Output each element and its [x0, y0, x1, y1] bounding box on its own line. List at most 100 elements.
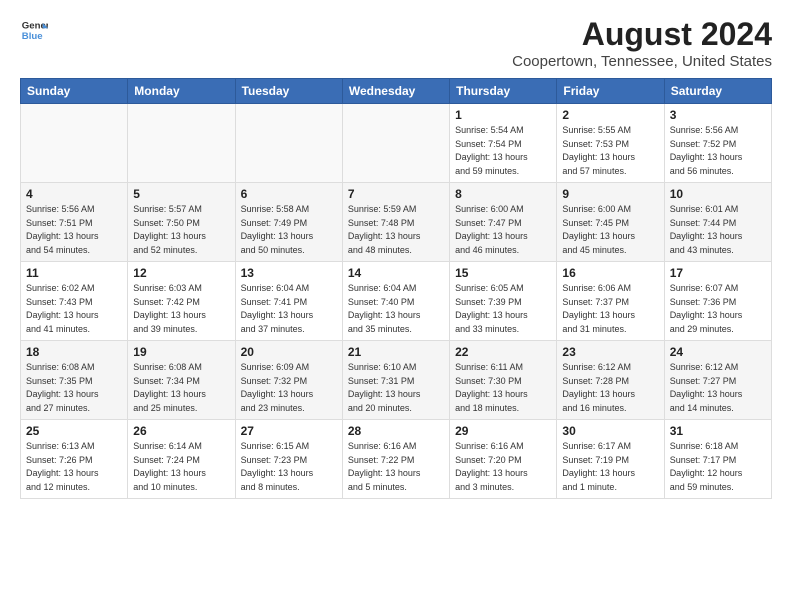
- day-info: Sunrise: 6:04 AM Sunset: 7:41 PM Dayligh…: [241, 282, 337, 336]
- day-number: 22: [455, 345, 551, 359]
- calendar-cell: 20Sunrise: 6:09 AM Sunset: 7:32 PM Dayli…: [235, 341, 342, 420]
- calendar-cell: 10 Sunrise: 6:01 AM Sunset: 7:44 PM Dayli…: [664, 183, 771, 262]
- day-number: 29: [455, 424, 551, 438]
- day-number: 14: [348, 266, 444, 280]
- weekday-header: Monday: [128, 79, 235, 104]
- day-number: 21: [348, 345, 444, 359]
- day-info: Sunrise: 6:05 AM Sunset: 7:39 PM Dayligh…: [455, 282, 551, 336]
- day-number: 30: [562, 424, 658, 438]
- calendar-cell: 28 Sunrise: 6:16 AM Sunset: 7:22 PM Dayli…: [342, 420, 449, 499]
- day-number: 20: [241, 345, 337, 359]
- weekday-header: Saturday: [664, 79, 771, 104]
- calendar-cell: 15 Sunrise: 6:05 AM Sunset: 7:39 PM Dayli…: [450, 262, 557, 341]
- calendar-cell: 11 Sunrise: 6:02 AM Sunset: 7:43 PM Dayli…: [21, 262, 128, 341]
- calendar-cell: 9 Sunrise: 6:00 AM Sunset: 7:45 PM Daylig…: [557, 183, 664, 262]
- calendar-cell: 12 Sunrise: 6:03 AM Sunset: 7:42 PM Dayli…: [128, 262, 235, 341]
- calendar-header-row: SundayMondayTuesdayWednesdayThursdayFrid…: [21, 79, 772, 104]
- calendar-cell: 19 Sunrise: 6:08 AM Sunset: 7:34 PM Dayli…: [128, 341, 235, 420]
- weekday-header: Thursday: [450, 79, 557, 104]
- day-number: 3: [670, 108, 766, 122]
- day-number: 16: [562, 266, 658, 280]
- day-number: 10: [670, 187, 766, 201]
- day-number: 17: [670, 266, 766, 280]
- day-number: 8: [455, 187, 551, 201]
- calendar-cell: 24 Sunrise: 6:12 AM Sunset: 7:27 PM Dayli…: [664, 341, 771, 420]
- calendar-cell: 1 Sunrise: 5:54 AM Sunset: 7:54 PM Daylig…: [450, 104, 557, 183]
- day-number: 15: [455, 266, 551, 280]
- calendar-cell: 30Sunrise: 6:17 AM Sunset: 7:19 PM Dayli…: [557, 420, 664, 499]
- day-info: Sunrise: 6:11 AM Sunset: 7:30 PM Dayligh…: [455, 361, 551, 415]
- day-number: 7: [348, 187, 444, 201]
- calendar-week-row: 18 Sunrise: 6:08 AM Sunset: 7:35 PM Dayli…: [21, 341, 772, 420]
- day-info: Sunrise: 6:18 AM Sunset: 7:17 PM Dayligh…: [670, 440, 766, 494]
- calendar-cell: 14 Sunrise: 6:04 AM Sunset: 7:40 PM Dayli…: [342, 262, 449, 341]
- day-number: 9: [562, 187, 658, 201]
- calendar-cell: 18 Sunrise: 6:08 AM Sunset: 7:35 PM Dayli…: [21, 341, 128, 420]
- day-info: Sunrise: 6:13 AM Sunset: 7:26 PM Dayligh…: [26, 440, 122, 494]
- day-info: Sunrise: 6:02 AM Sunset: 7:43 PM Dayligh…: [26, 282, 122, 336]
- day-info: Sunrise: 5:54 AM Sunset: 7:54 PM Dayligh…: [455, 124, 551, 178]
- day-number: 28: [348, 424, 444, 438]
- calendar-week-row: 4Sunrise: 5:56 AM Sunset: 7:51 PM Daylig…: [21, 183, 772, 262]
- day-info: Sunrise: 6:12 AM Sunset: 7:27 PM Dayligh…: [670, 361, 766, 415]
- day-info: Sunrise: 6:12 AM Sunset: 7:28 PM Dayligh…: [562, 361, 658, 415]
- day-info: Sunrise: 5:58 AM Sunset: 7:49 PM Dayligh…: [241, 203, 337, 257]
- day-number: 6: [241, 187, 337, 201]
- day-info: Sunrise: 5:59 AM Sunset: 7:48 PM Dayligh…: [348, 203, 444, 257]
- day-number: 23: [562, 345, 658, 359]
- weekday-header: Wednesday: [342, 79, 449, 104]
- calendar-cell: [235, 104, 342, 183]
- calendar-cell: 13 Sunrise: 6:04 AM Sunset: 7:41 PM Dayli…: [235, 262, 342, 341]
- weekday-header: Tuesday: [235, 79, 342, 104]
- calendar-cell: 5 Sunrise: 5:57 AM Sunset: 7:50 PM Daylig…: [128, 183, 235, 262]
- day-info: Sunrise: 5:55 AM Sunset: 7:53 PM Dayligh…: [562, 124, 658, 178]
- calendar-cell: 8 Sunrise: 6:00 AM Sunset: 7:47 PM Daylig…: [450, 183, 557, 262]
- day-number: 5: [133, 187, 229, 201]
- day-info: Sunrise: 5:56 AM Sunset: 7:52 PM Dayligh…: [670, 124, 766, 178]
- day-number: 24: [670, 345, 766, 359]
- day-info: Sunrise: 6:04 AM Sunset: 7:40 PM Dayligh…: [348, 282, 444, 336]
- calendar-cell: 17 Sunrise: 6:07 AM Sunset: 7:36 PM Dayli…: [664, 262, 771, 341]
- day-info: Sunrise: 5:56 AM Sunset: 7:51 PM Dayligh…: [26, 203, 122, 257]
- day-info: Sunrise: 6:00 AM Sunset: 7:45 PM Dayligh…: [562, 203, 658, 257]
- day-number: 26: [133, 424, 229, 438]
- day-info: Sunrise: 6:03 AM Sunset: 7:42 PM Dayligh…: [133, 282, 229, 336]
- logo: General Blue: [20, 16, 48, 44]
- calendar-cell: 31Sunrise: 6:18 AM Sunset: 7:17 PM Dayli…: [664, 420, 771, 499]
- calendar-cell: [21, 104, 128, 183]
- day-info: Sunrise: 6:06 AM Sunset: 7:37 PM Dayligh…: [562, 282, 658, 336]
- calendar-cell: 7 Sunrise: 5:59 AM Sunset: 7:48 PM Daylig…: [342, 183, 449, 262]
- calendar-cell: 3 Sunrise: 5:56 AM Sunset: 7:52 PM Daylig…: [664, 104, 771, 183]
- day-info: Sunrise: 6:08 AM Sunset: 7:34 PM Dayligh…: [133, 361, 229, 415]
- page-header: General Blue August 2024 Coopertown, Ten…: [20, 16, 772, 70]
- day-info: Sunrise: 5:57 AM Sunset: 7:50 PM Dayligh…: [133, 203, 229, 257]
- calendar-cell: 22 Sunrise: 6:11 AM Sunset: 7:30 PM Dayli…: [450, 341, 557, 420]
- page-title: August 2024: [512, 16, 772, 53]
- day-number: 11: [26, 266, 122, 280]
- logo-icon: General Blue: [20, 16, 48, 44]
- day-number: 13: [241, 266, 337, 280]
- day-info: Sunrise: 6:10 AM Sunset: 7:31 PM Dayligh…: [348, 361, 444, 415]
- day-info: Sunrise: 6:07 AM Sunset: 7:36 PM Dayligh…: [670, 282, 766, 336]
- calendar-cell: [128, 104, 235, 183]
- day-number: 18: [26, 345, 122, 359]
- day-info: Sunrise: 6:08 AM Sunset: 7:35 PM Dayligh…: [26, 361, 122, 415]
- calendar-cell: 2 Sunrise: 5:55 AM Sunset: 7:53 PM Daylig…: [557, 104, 664, 183]
- day-info: Sunrise: 6:14 AM Sunset: 7:24 PM Dayligh…: [133, 440, 229, 494]
- day-number: 2: [562, 108, 658, 122]
- calendar-week-row: 1 Sunrise: 5:54 AM Sunset: 7:54 PM Daylig…: [21, 104, 772, 183]
- day-number: 25: [26, 424, 122, 438]
- day-info: Sunrise: 6:16 AM Sunset: 7:22 PM Dayligh…: [348, 440, 444, 494]
- calendar-table: SundayMondayTuesdayWednesdayThursdayFrid…: [20, 78, 772, 499]
- calendar-cell: 29Sunrise: 6:16 AM Sunset: 7:20 PM Dayli…: [450, 420, 557, 499]
- day-info: Sunrise: 6:00 AM Sunset: 7:47 PM Dayligh…: [455, 203, 551, 257]
- calendar-cell: 21 Sunrise: 6:10 AM Sunset: 7:31 PM Dayli…: [342, 341, 449, 420]
- calendar-week-row: 11 Sunrise: 6:02 AM Sunset: 7:43 PM Dayli…: [21, 262, 772, 341]
- day-info: Sunrise: 6:01 AM Sunset: 7:44 PM Dayligh…: [670, 203, 766, 257]
- weekday-header: Sunday: [21, 79, 128, 104]
- day-number: 19: [133, 345, 229, 359]
- day-number: 12: [133, 266, 229, 280]
- day-number: 1: [455, 108, 551, 122]
- weekday-header: Friday: [557, 79, 664, 104]
- calendar-cell: 6 Sunrise: 5:58 AM Sunset: 7:49 PM Daylig…: [235, 183, 342, 262]
